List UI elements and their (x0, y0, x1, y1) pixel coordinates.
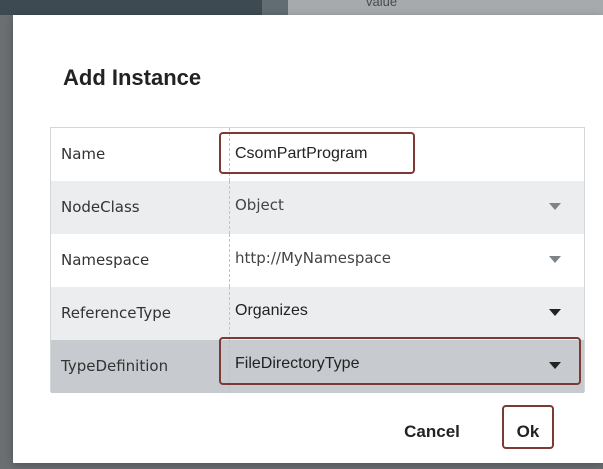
namespace-select[interactable]: http://MyNamespace (235, 249, 391, 267)
ok-button[interactable]: Ok (502, 417, 554, 447)
property-row-namespace[interactable]: Namespace http://MyNamespace (51, 234, 584, 287)
column-divider (229, 181, 230, 234)
property-label-namespace: Namespace (61, 251, 150, 269)
chevron-down-icon[interactable] (549, 309, 561, 316)
property-row-nodeclass[interactable]: NodeClass Object (51, 181, 584, 234)
property-row-name[interactable]: Name (51, 128, 584, 181)
nodeclass-select[interactable]: Object (235, 196, 284, 214)
property-row-typedefinition[interactable]: TypeDefinition FileDirectoryType (51, 340, 584, 393)
name-input[interactable] (235, 143, 405, 165)
dialog-title: Add Instance (63, 65, 202, 90)
property-label-nodeclass: NodeClass (61, 198, 140, 216)
referencetype-select[interactable]: Organizes (235, 302, 308, 320)
typedefinition-select[interactable]: FileDirectoryType (235, 355, 359, 373)
background-table-header: value (288, 0, 603, 15)
property-grid: Name NodeClass Object Namespace http://M… (50, 127, 585, 393)
property-label-name: Name (61, 145, 106, 163)
column-divider (229, 234, 230, 287)
property-label-typedefinition: TypeDefinition (61, 357, 169, 375)
chevron-down-icon[interactable] (549, 256, 561, 263)
add-instance-dialog: Add Instance Name NodeClass Object Names… (13, 15, 603, 463)
chevron-down-icon[interactable] (549, 362, 561, 369)
background-panel-left (0, 0, 262, 15)
background-overlay-bottom (0, 463, 603, 469)
column-divider (229, 128, 230, 181)
column-divider (229, 340, 230, 393)
background-panel-divider (262, 0, 288, 15)
property-row-referencetype[interactable]: ReferenceType Organizes (51, 287, 584, 340)
background-header-label: value (366, 0, 398, 9)
property-label-referencetype: ReferenceType (61, 304, 171, 322)
cancel-button[interactable]: Cancel (387, 417, 477, 447)
column-divider (229, 287, 230, 340)
background-overlay-left (0, 15, 13, 469)
chevron-down-icon[interactable] (549, 203, 561, 210)
